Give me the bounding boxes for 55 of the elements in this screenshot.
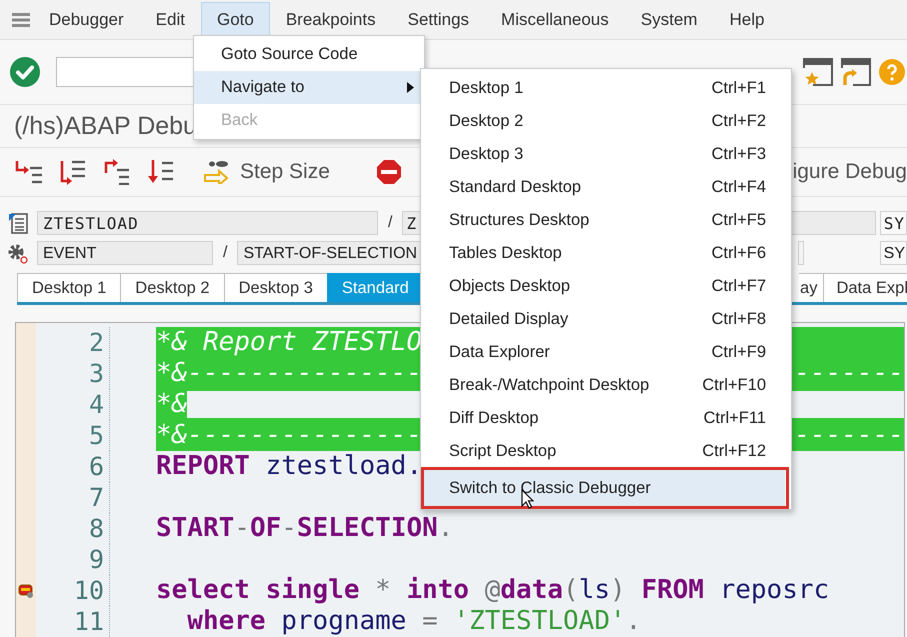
code-line: REPORT ztestload. xyxy=(156,451,422,482)
code-line: where progname = 'ZTESTLOAD'. xyxy=(186,606,642,637)
menu-item[interactable]: Goto xyxy=(200,2,270,38)
menu-item[interactable]: Breakpoints xyxy=(270,2,392,38)
include-field: Z xyxy=(402,211,422,235)
gear-icon xyxy=(7,242,29,264)
continue-icon[interactable] xyxy=(146,159,176,185)
menu-item[interactable]: Edit xyxy=(140,2,201,38)
code-line: select single * into @data(ls) FROM reposrc xyxy=(156,575,830,606)
window-menu-icon[interactable] xyxy=(12,12,30,26)
menu-item[interactable]: Structures Desktop Ctrl+F5 xyxy=(421,204,791,237)
footsteps-arrow-icon xyxy=(204,160,230,184)
tab[interactable]: Desktop 3 xyxy=(224,273,328,302)
line-number: 11 xyxy=(74,607,104,636)
step-size-button[interactable]: Step Size xyxy=(204,160,330,184)
line-number: 10 xyxy=(74,576,104,605)
menu-item[interactable]: Desktop 1 Ctrl+F1 xyxy=(421,72,791,105)
program-field: ZTESTLOAD xyxy=(37,211,378,235)
line-number: 4 xyxy=(88,390,104,419)
line-number: 6 xyxy=(88,452,104,481)
menu-item[interactable]: Desktop 3 Ctrl+F3 xyxy=(421,138,791,171)
step-over-icon[interactable] xyxy=(58,159,88,185)
stop-icon[interactable] xyxy=(376,159,402,185)
program-icon xyxy=(7,212,29,234)
line-number: 7 xyxy=(88,483,104,512)
tab[interactable]: Data Expl xyxy=(823,273,907,302)
line-number: 8 xyxy=(88,514,104,543)
tab[interactable]: Desktop 2 xyxy=(120,273,225,302)
tab[interactable]: Desktop 1 xyxy=(17,273,122,302)
breakpoint-icon[interactable] xyxy=(18,584,34,598)
menu-item[interactable]: Miscellaneous xyxy=(485,2,625,38)
line-number: 2 xyxy=(88,328,104,357)
menu-item[interactable]: Help xyxy=(713,2,780,38)
input-field: SY xyxy=(880,241,907,265)
program-field: EVENT xyxy=(37,241,213,265)
menu-item[interactable]: Objects Desktop Ctrl+F7 xyxy=(421,270,791,303)
separator-text: / xyxy=(388,214,392,232)
line-number: 9 xyxy=(88,545,104,574)
line-number: 3 xyxy=(88,359,104,388)
step-into-icon[interactable] xyxy=(14,159,44,185)
menu-item[interactable]: System xyxy=(624,2,714,38)
line-number: 5 xyxy=(88,421,104,450)
input-field xyxy=(798,241,804,265)
separator-text: / xyxy=(223,244,228,262)
menu-item[interactable]: Debugger xyxy=(33,2,140,38)
input-field: SY xyxy=(880,211,907,235)
menu-item[interactable]: Settings xyxy=(392,2,486,38)
step-return-icon[interactable] xyxy=(102,159,132,185)
menu-item[interactable]: Desktop 2 Ctrl+F2 xyxy=(421,105,791,138)
menu-item[interactable]: Goto Source Code xyxy=(194,38,424,71)
code-line: START-OF-SELECTION. xyxy=(156,513,454,544)
configure-debugger-button[interactable]: igure Debug xyxy=(792,160,907,184)
menu-item[interactable]: Standard Desktop Ctrl+F4 xyxy=(421,171,791,204)
tab[interactable]: ay xyxy=(799,273,824,302)
confirm-icon[interactable] xyxy=(10,57,40,87)
